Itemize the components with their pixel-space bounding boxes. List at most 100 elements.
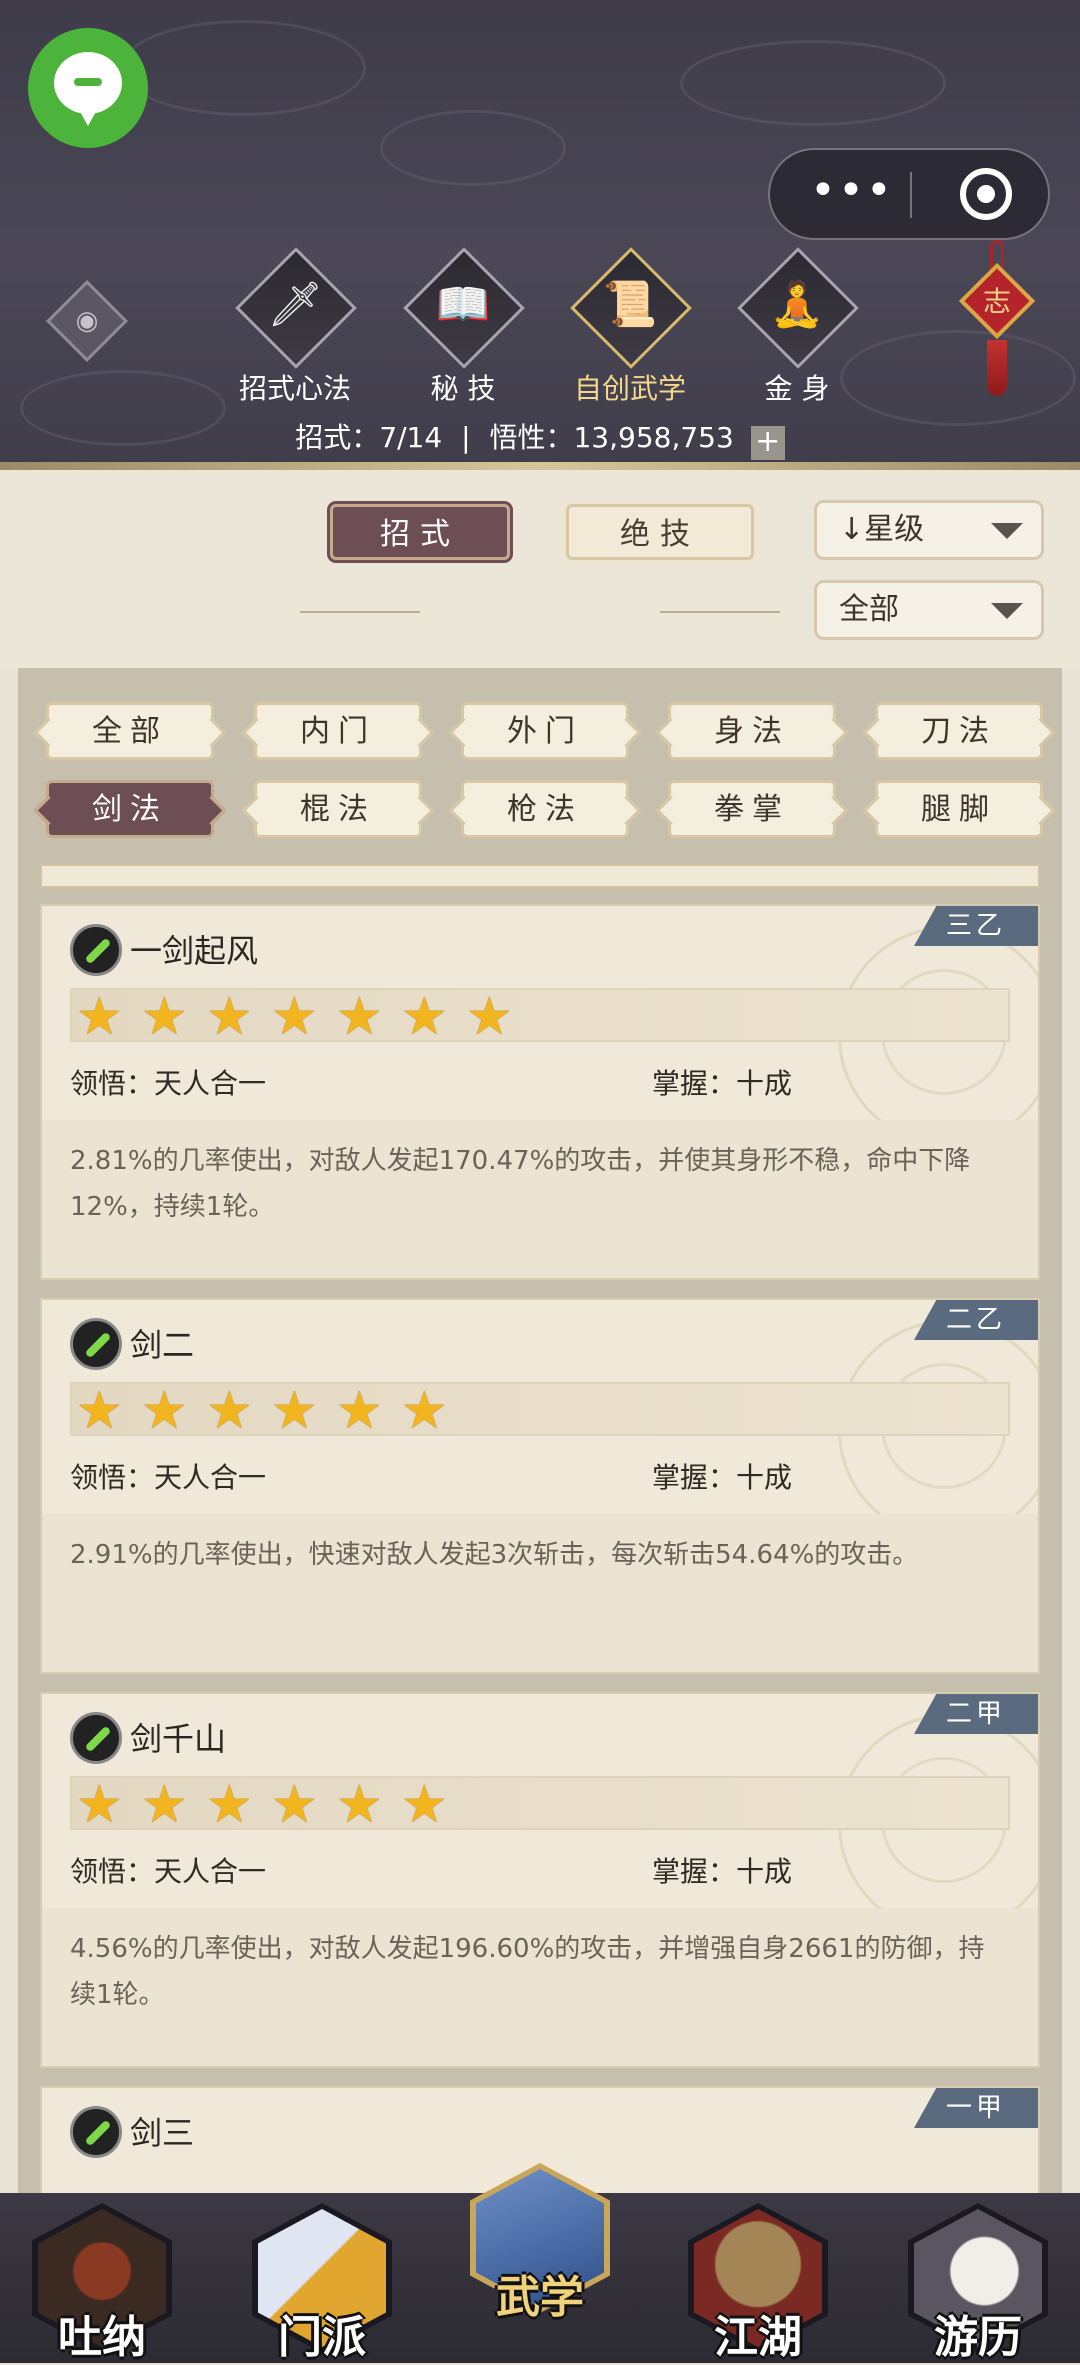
book-icon: 📖 (435, 279, 491, 330)
moves-value: 7/14 (379, 421, 443, 454)
star-icon: ★ (76, 987, 123, 1047)
grade-badge: 三乙 (914, 906, 1038, 946)
skill-name: 剑三 (130, 2114, 195, 2152)
star-icon: ★ (141, 1775, 188, 1835)
nav-sect[interactable]: 门派 (252, 2203, 392, 2363)
tab-secret-skills[interactable]: 📖 秘 技 (388, 247, 538, 405)
chat-app-icon[interactable] (28, 28, 148, 148)
category-outer[interactable]: 外门 (461, 702, 629, 760)
skill-card[interactable]: 二乙 剑二 ★ ★ ★ ★ ★ ★ 领悟：天人合一 掌握：十成 2.91%的几率… (40, 1298, 1040, 1674)
scroll-icon: 📜 (602, 279, 658, 330)
sword-skill-icon (70, 924, 122, 976)
star-icon: ★ (336, 1775, 383, 1835)
category-movement[interactable]: 身法 (668, 702, 836, 760)
nav-travel[interactable]: 游历 (908, 2203, 1048, 2363)
cloud-decoration (120, 20, 366, 116)
sort-label: 星级 (864, 512, 925, 547)
sword-skill-icon (70, 1712, 122, 1764)
nav-jianghu[interactable]: 江湖 (688, 2203, 828, 2363)
tab-moves[interactable]: 招式 (330, 504, 510, 560)
divider-ornament (660, 611, 780, 613)
more-options-icon[interactable]: ••• (810, 169, 892, 216)
star-icon: ★ (206, 987, 253, 1047)
nav-label: 江湖 (714, 2312, 802, 2363)
skill-list-panel: 全部 内门 外门 身法 刀法 剑法 棍法 枪法 拳掌 腿脚 三乙 一剑起风 ★ … (18, 668, 1062, 2193)
star-icon: ★ (336, 987, 383, 1047)
grade-badge: 二乙 (914, 1300, 1038, 1340)
comprehension: 领悟：天人合一 (70, 1461, 267, 1494)
list-top-strip (40, 864, 1040, 888)
cloud-decoration (680, 40, 946, 126)
skill-description: 2.81%的几率使出，对敌人发起170.47%的攻击，并使其身形不稳，命中下降1… (42, 1120, 1038, 1278)
sort-arrow-icon: ↓ (839, 512, 865, 547)
tab-moves-methods[interactable]: 🗡 招式心法 (220, 247, 370, 405)
comprehension: 领悟：天人合一 (70, 1855, 267, 1888)
nav-label: 吐纳 (58, 2312, 146, 2363)
comprehension: 领悟：天人合一 (70, 1067, 267, 1100)
chinese-knot-icon[interactable]: 志 (958, 240, 1036, 400)
category-fist[interactable]: 拳掌 (668, 780, 836, 838)
star-rating: ★ ★ ★ ★ ★ ★ (70, 1775, 1010, 1835)
skill-card[interactable]: 三乙 一剑起风 ★ ★ ★ ★ ★ ★ ★ 领悟：天人合一 掌握：十成 2.81… (40, 904, 1040, 1280)
eye-icon: ◉ (75, 306, 99, 336)
mastery: 掌握：十成 (652, 1461, 793, 1494)
star-icon: ★ (141, 1381, 188, 1441)
star-icon: ★ (76, 1775, 123, 1835)
category-leg[interactable]: 腿脚 (875, 780, 1043, 838)
category-sword[interactable]: 剑法 (46, 780, 214, 838)
star-icon: ★ (401, 987, 448, 1047)
nav-breathing[interactable]: 吐纳 (32, 2203, 172, 2363)
header-divider (0, 462, 1080, 470)
skill-description: 4.56%的几率使出，对敌人发起196.60%的攻击，并增强自身2661的防御，… (42, 1908, 1038, 2066)
star-icon: ★ (466, 987, 513, 1047)
scope-dropdown[interactable]: 全部 (814, 580, 1044, 640)
category-spear[interactable]: 枪法 (461, 780, 629, 838)
sort-dropdown[interactable]: ↓星级 (814, 500, 1044, 560)
grade-badge: 二甲 (914, 1694, 1038, 1734)
star-rating: ★ ★ ★ ★ ★ ★ (70, 1381, 1010, 1441)
skill-name: 剑二 (130, 1326, 195, 1364)
tab-label: 秘 技 (430, 372, 496, 405)
star-icon: ★ (401, 1381, 448, 1441)
category-blade[interactable]: 刀法 (875, 702, 1043, 760)
tab-self-created[interactable]: 📜 自创武学 (555, 247, 705, 405)
sword-icon: 🗡 (267, 279, 323, 330)
nav-label: 门派 (278, 2312, 366, 2363)
scope-label: 全部 (839, 592, 899, 627)
bottom-nav: 吐纳 门派 武学 江湖 游历 (0, 2163, 1080, 2363)
add-insight-button[interactable]: + (750, 426, 785, 460)
star-icon: ★ (206, 1381, 253, 1441)
tab-ultimate[interactable]: 绝技 (566, 504, 754, 560)
eye-toggle-button[interactable]: ◉ (45, 279, 129, 363)
chevron-down-icon (991, 603, 1023, 619)
filter-bar: 招式 绝技 ↓星级 全部 (0, 470, 1080, 670)
insight-value: 13,958,753 (573, 421, 734, 454)
moves-label: 招式： (295, 421, 380, 454)
star-icon: ★ (141, 987, 188, 1047)
tab-label: 招式心法 (238, 372, 351, 405)
close-mini-program-icon[interactable] (960, 168, 1012, 220)
sword-skill-icon (70, 1318, 122, 1370)
stats-separator: | (461, 421, 471, 454)
category-staff[interactable]: 棍法 (254, 780, 422, 838)
tab-golden-body[interactable]: 🧘 金 身 (722, 247, 872, 405)
tab-label: 金 身 (764, 372, 830, 405)
mastery: 掌握：十成 (652, 1067, 793, 1100)
chevron-down-icon (991, 523, 1023, 539)
meditation-icon: 🧘 (769, 279, 825, 330)
grade-badge: 一甲 (914, 2088, 1038, 2128)
category-all[interactable]: 全部 (46, 702, 214, 760)
sword-skill-icon (70, 2106, 122, 2158)
top-tabs: 🗡 招式心法 📖 秘 技 📜 自创武学 🧘 金 身 (220, 247, 880, 405)
mini-program-capsule: ••• (768, 148, 1050, 240)
skill-name: 剑千山 (130, 1720, 227, 1758)
skill-name: 一剑起风 (130, 932, 259, 970)
cloud-decoration (380, 110, 566, 186)
star-rating: ★ ★ ★ ★ ★ ★ ★ (70, 987, 1010, 1047)
star-icon: ★ (76, 1381, 123, 1441)
nav-martial-arts[interactable]: 武学 (470, 2163, 610, 2323)
stats-line: 招式：7/14 | 悟性：13,958,753 + (0, 416, 1080, 460)
category-inner[interactable]: 内门 (254, 702, 422, 760)
skill-description: 2.91%的几率使出，快速对敌人发起3次斩击，每次斩击54.64%的攻击。 (42, 1514, 1038, 1672)
skill-card[interactable]: 二甲 剑千山 ★ ★ ★ ★ ★ ★ 领悟：天人合一 掌握：十成 4.56%的几… (40, 1692, 1040, 2068)
